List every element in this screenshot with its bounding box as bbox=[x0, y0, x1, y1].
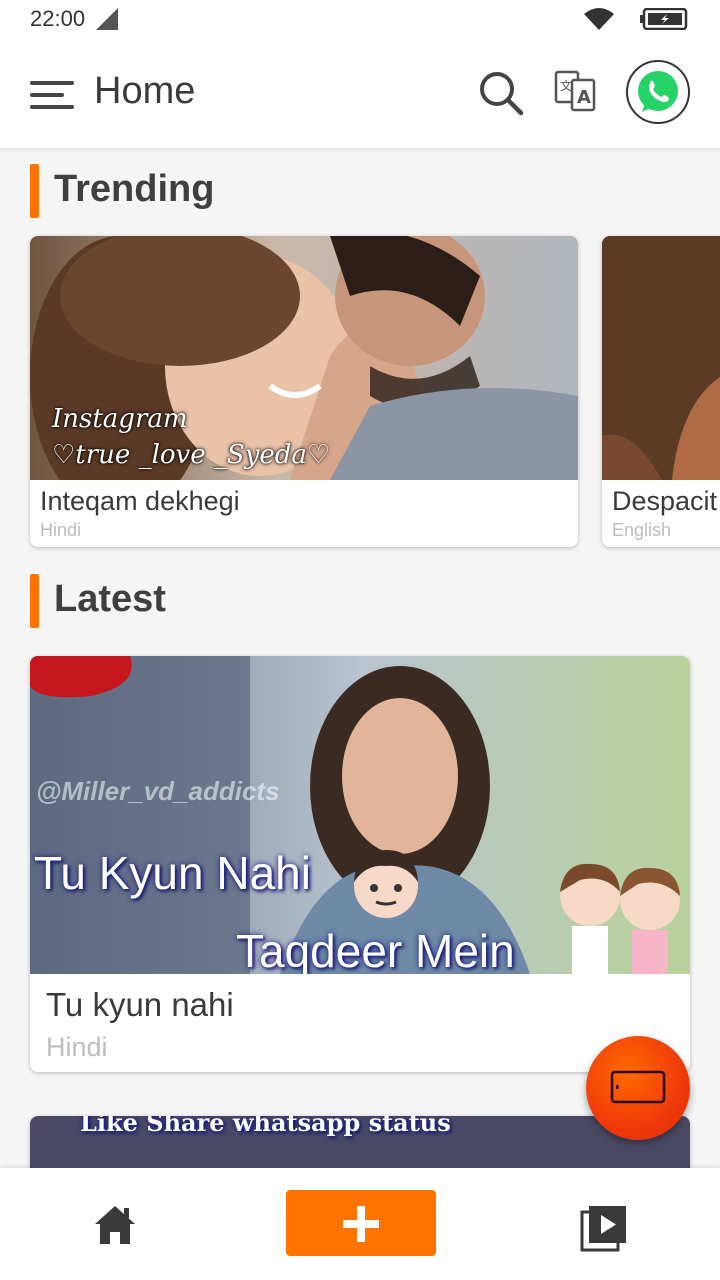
trending-title: Trending bbox=[54, 168, 215, 210]
thumbnail-caption: Taqdeer Mein bbox=[236, 925, 515, 974]
status-bar: 22:00 bbox=[0, 0, 720, 40]
video-thumbnail: @Miller_vd_addicts Tu Kyun Nahi Taqdeer … bbox=[30, 656, 690, 974]
card-title: Inteqam dekhegi bbox=[40, 486, 240, 516]
search-icon[interactable] bbox=[478, 70, 524, 116]
thumbnail-watermark: @Miller_vd_addicts bbox=[36, 776, 280, 806]
cartoon-couple-icon bbox=[560, 863, 680, 974]
svg-text:文: 文 bbox=[560, 78, 572, 93]
card-title: Despacit bbox=[612, 486, 718, 516]
section-accent-bar bbox=[30, 164, 39, 218]
thumbnail-caption: Tu Kyun Nahi bbox=[34, 847, 311, 899]
video-library-icon[interactable] bbox=[580, 1204, 628, 1252]
svg-text:A: A bbox=[577, 87, 591, 108]
trending-card[interactable]: Despacit English bbox=[602, 236, 720, 547]
whatsapp-button[interactable] bbox=[626, 60, 690, 124]
thumbnail-caption: Instagram bbox=[52, 404, 188, 434]
trending-card[interactable]: Instagram ♡true _love _Syeda♡ Inteqam de… bbox=[30, 236, 578, 547]
bottom-navigation bbox=[0, 1168, 720, 1280]
thumbnail-image bbox=[602, 236, 720, 480]
latest-card[interactable]: @Miller_vd_addicts Tu Kyun Nahi Taqdeer … bbox=[30, 656, 690, 1072]
page-title: Home bbox=[94, 70, 196, 112]
app-bar: Home 文 A bbox=[0, 40, 720, 148]
wifi-icon bbox=[584, 8, 614, 30]
thumbnail-caption: ♡true _love _Syeda♡ bbox=[52, 440, 331, 470]
section-accent-bar bbox=[30, 574, 39, 628]
menu-icon[interactable] bbox=[30, 80, 76, 110]
rotate-screen-button[interactable] bbox=[586, 1036, 690, 1140]
translate-icon[interactable]: 文 A bbox=[554, 70, 596, 114]
home-screen: 22:00 Home 文 A Trending Instagram ♡true … bbox=[0, 0, 720, 1280]
video-thumbnail: Instagram ♡true _love _Syeda♡ bbox=[30, 236, 578, 480]
add-button[interactable] bbox=[286, 1190, 436, 1256]
status-time: 22:00 bbox=[30, 6, 86, 31]
landscape-phone-icon bbox=[610, 1070, 666, 1104]
latest-title: Latest bbox=[54, 578, 166, 620]
card-language: English bbox=[612, 520, 672, 540]
video-thumbnail bbox=[602, 236, 720, 480]
card-language: Hindi bbox=[46, 1032, 108, 1062]
whatsapp-icon bbox=[638, 71, 678, 112]
thumbnail-caption: Like Share whatsapp status bbox=[80, 1116, 451, 1137]
card-title: Tu kyun nahi bbox=[46, 986, 234, 1023]
card-language: Hindi bbox=[40, 520, 82, 540]
signal-icon bbox=[96, 8, 118, 30]
plus-icon bbox=[343, 1206, 379, 1242]
boy-emoji-icon bbox=[354, 850, 418, 918]
battery-icon bbox=[640, 8, 688, 30]
home-icon[interactable] bbox=[94, 1204, 136, 1246]
